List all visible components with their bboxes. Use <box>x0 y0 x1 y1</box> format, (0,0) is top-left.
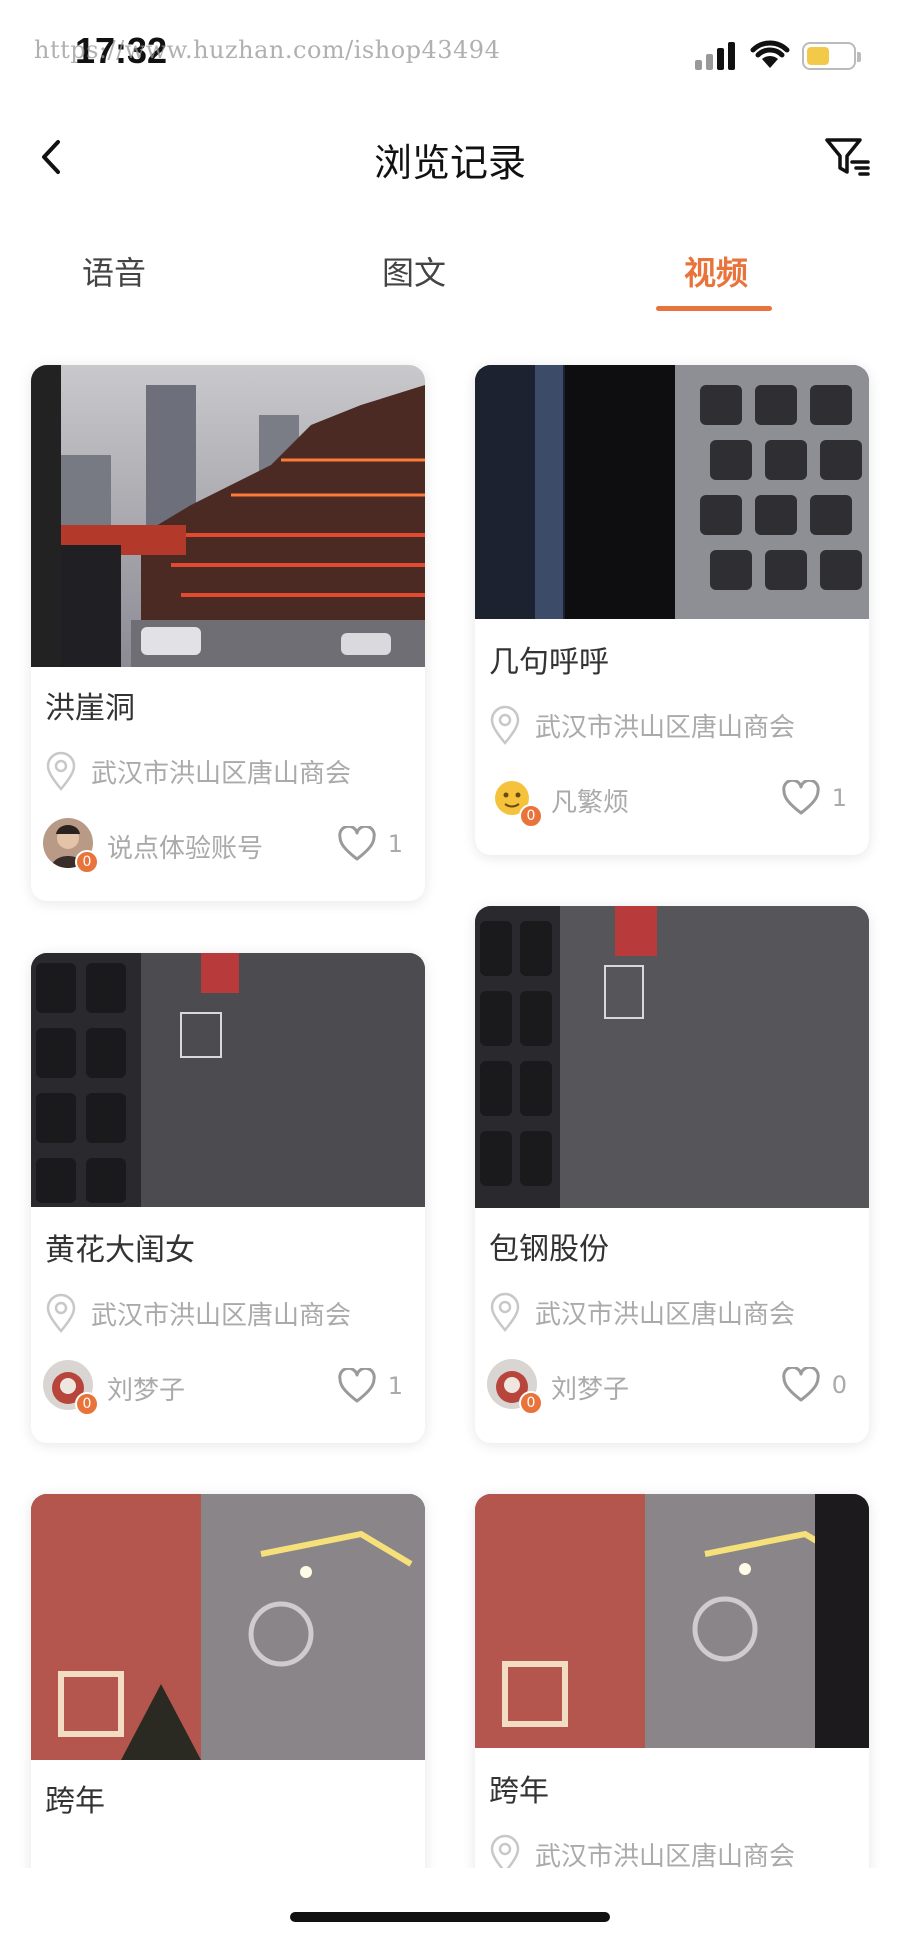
location-text: 武汉市洪山区唐山商会 <box>535 1299 796 1330</box>
card-title: 几句呼呼 <box>489 645 609 680</box>
author-name: 刘梦子 <box>551 1375 630 1405</box>
avatar[interactable]: 0 <box>487 772 543 828</box>
video-card[interactable]: 洪崖洞 武汉市洪山区唐山商会 0 说点体验账号 1 <box>31 365 425 901</box>
heart-icon <box>781 780 820 815</box>
like-count: 1 <box>387 830 403 858</box>
heart-icon <box>781 1367 820 1402</box>
tab-active-indicator <box>656 306 772 311</box>
battery-icon <box>802 42 861 70</box>
like-count: 1 <box>831 784 847 812</box>
nav-bar: 浏览记录 <box>0 120 900 200</box>
video-card[interactable]: 几句呼呼 武汉市洪山区唐山商会 0 凡繁烦 1 <box>475 365 869 855</box>
status-bar: 17:32 https://www.huzhan.com/ishop43494 <box>0 0 900 110</box>
card-title: 跨年 <box>45 1784 105 1819</box>
card-title: 跨年 <box>489 1774 549 1809</box>
card-author: 0 凡繁烦 1 <box>487 772 857 828</box>
video-thumbnail <box>31 953 425 1207</box>
tab-video[interactable]: 视频 <box>636 248 796 294</box>
video-thumbnail <box>475 1494 869 1748</box>
location-text: 武汉市洪山区唐山商会 <box>535 1841 796 1872</box>
like-button[interactable]: 0 <box>781 1365 847 1405</box>
location-pin-icon <box>490 1292 520 1332</box>
author-name: 说点体验账号 <box>107 834 264 864</box>
video-card[interactable]: 黄花大闺女 武汉市洪山区唐山商会 0 刘梦子 1 <box>31 953 425 1443</box>
author-name: 凡繁烦 <box>551 788 630 818</box>
bottom-safe-area <box>0 1868 900 1948</box>
card-author: 0 刘梦子 1 <box>43 1360 413 1416</box>
card-location: 武汉市洪山区唐山商会 <box>43 1293 351 1333</box>
video-card[interactable]: 包钢股份 武汉市洪山区唐山商会 0 刘梦子 0 <box>475 906 869 1443</box>
like-button[interactable]: 1 <box>337 824 403 864</box>
location-text: 武汉市洪山区唐山商会 <box>91 1300 352 1331</box>
card-location: 武汉市洪山区唐山商会 <box>43 751 351 791</box>
home-indicator[interactable] <box>290 1912 610 1922</box>
tab-voice[interactable]: 语音 <box>34 248 194 294</box>
wifi-icon <box>750 40 790 68</box>
location-pin-icon <box>46 1293 76 1333</box>
video-thumbnail <box>475 365 869 619</box>
avatar[interactable]: 0 <box>43 1360 99 1416</box>
author-name: 刘梦子 <box>107 1376 186 1406</box>
location-text: 武汉市洪山区唐山商会 <box>91 758 352 789</box>
level-badge: 0 <box>75 1392 99 1416</box>
like-count: 0 <box>831 1371 847 1399</box>
level-badge: 0 <box>519 804 543 828</box>
video-thumbnail <box>31 1494 425 1760</box>
card-location: 武汉市洪山区唐山商会 <box>487 1292 795 1332</box>
avatar[interactable]: 0 <box>43 818 99 874</box>
location-pin-icon <box>490 705 520 745</box>
level-badge: 0 <box>75 850 99 874</box>
level-badge: 0 <box>519 1391 543 1415</box>
avatar[interactable]: 0 <box>487 1359 543 1415</box>
like-count: 1 <box>387 1372 403 1400</box>
page-title: 浏览记录 <box>373 141 526 185</box>
like-button[interactable]: 1 <box>781 778 847 818</box>
like-button[interactable]: 1 <box>337 1366 403 1406</box>
card-title: 黄花大闺女 <box>45 1233 195 1268</box>
card-location: 武汉市洪山区唐山商会 <box>487 705 795 745</box>
video-thumbnail <box>475 906 869 1208</box>
card-author: 0 刘梦子 0 <box>487 1359 857 1415</box>
card-title: 洪崖洞 <box>45 691 135 726</box>
tab-bar: 语音 图文 视频 <box>0 240 900 320</box>
location-pin-icon <box>46 751 76 791</box>
watermark-text: https://www.huzhan.com/ishop43494 <box>34 36 501 64</box>
filter-icon[interactable] <box>822 132 872 182</box>
video-thumbnail <box>31 365 425 667</box>
tab-image-text[interactable]: 图文 <box>334 248 494 294</box>
heart-icon <box>337 1368 376 1403</box>
heart-icon <box>337 826 376 861</box>
screen: 17:32 https://www.huzhan.com/ishop43494 … <box>0 0 900 1948</box>
cellular-signal-icon <box>695 40 739 70</box>
card-author: 0 说点体验账号 1 <box>43 818 413 874</box>
location-text: 武汉市洪山区唐山商会 <box>535 712 796 743</box>
card-title: 包钢股份 <box>489 1232 609 1267</box>
